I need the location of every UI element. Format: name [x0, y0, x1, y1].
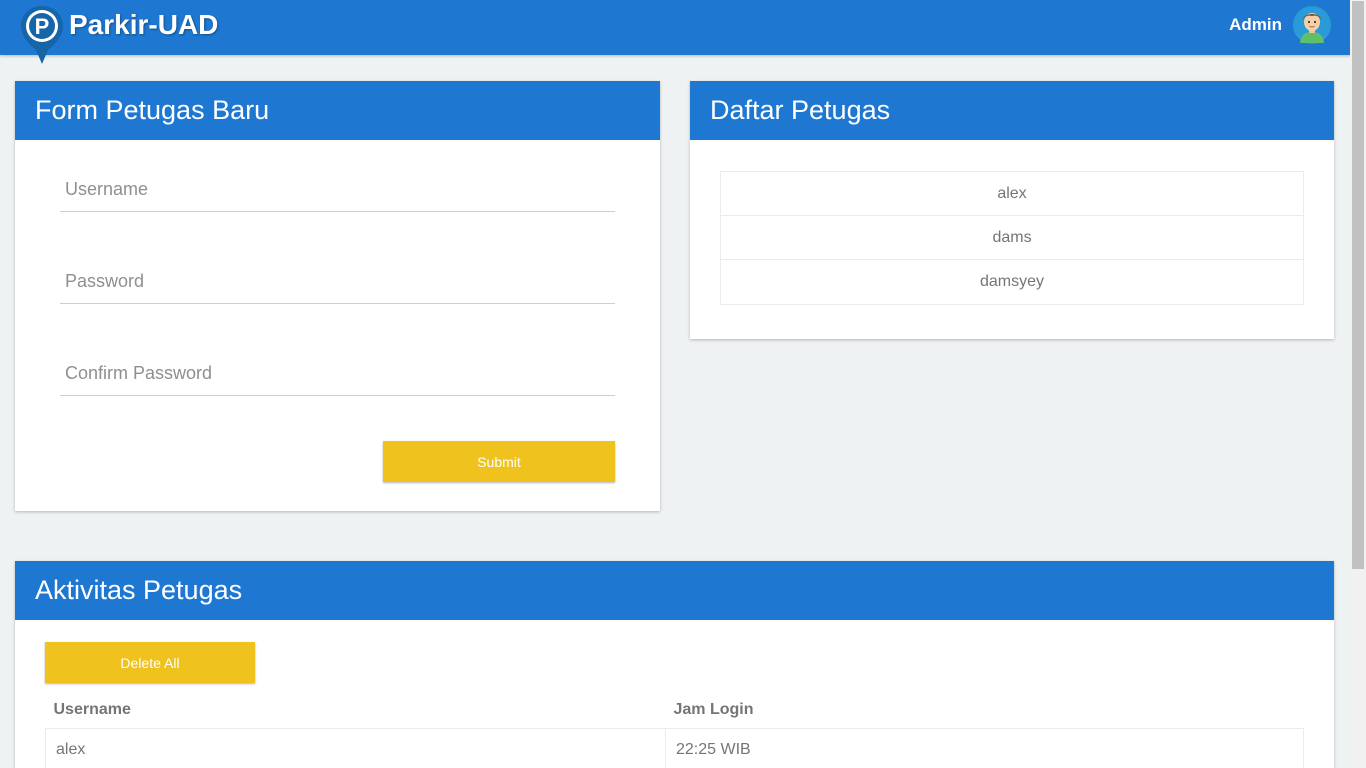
confirm-password-field[interactable]: [60, 352, 615, 396]
officer-list-card: Daftar Petugas alex dams damsyey: [690, 81, 1334, 339]
list-title: Daftar Petugas: [710, 95, 891, 125]
cell-login-time: 22:25 WIB: [665, 727, 1304, 768]
password-field[interactable]: [60, 260, 615, 304]
list-item[interactable]: damsyey: [721, 260, 1303, 304]
activity-title: Aktivitas Petugas: [35, 575, 243, 605]
top-navbar: P Parkir-UAD Admin: [0, 0, 1350, 64]
user-label[interactable]: Admin: [1229, 15, 1282, 35]
password-input[interactable]: [60, 260, 615, 303]
cell-username: alex: [45, 727, 666, 768]
delete-all-button[interactable]: Delete All: [45, 642, 255, 683]
table-header-row: Username Jam Login: [46, 693, 1304, 728]
column-header-username[interactable]: Username: [46, 693, 666, 728]
user-avatar-icon[interactable]: [1292, 5, 1332, 45]
table-row: alex 22:25 WIB: [45, 727, 1304, 768]
user-menu[interactable]: Admin: [1229, 5, 1332, 45]
username-field[interactable]: [60, 168, 615, 212]
activity-table: Username Jam Login alex 22:25 WIB: [45, 693, 1304, 768]
officer-activity-card: Aktivitas Petugas Delete All Username Ja…: [15, 561, 1334, 768]
card-header: Daftar Petugas: [690, 81, 1334, 140]
card-header: Aktivitas Petugas: [15, 561, 1334, 620]
officer-list: alex dams damsyey: [720, 171, 1304, 305]
list-item[interactable]: alex: [721, 172, 1303, 216]
list-item[interactable]: dams: [721, 216, 1303, 260]
new-officer-form-card: Form Petugas Baru Submit: [15, 81, 660, 511]
confirm-password-input[interactable]: [60, 352, 615, 395]
vertical-scrollbar[interactable]: [1350, 0, 1366, 768]
scrollbar-thumb[interactable]: [1352, 1, 1364, 569]
submit-button[interactable]: Submit: [383, 441, 615, 482]
parking-pin-icon: P: [20, 4, 64, 66]
column-header-login-time[interactable]: Jam Login: [666, 693, 1304, 728]
card-header: Form Petugas Baru: [15, 81, 660, 140]
brand-name[interactable]: Parkir-UAD: [69, 9, 218, 41]
username-input[interactable]: [60, 168, 615, 211]
logo-letter: P: [35, 14, 50, 39]
form-title: Form Petugas Baru: [35, 95, 270, 125]
brand[interactable]: P Parkir-UAD: [20, 4, 218, 64]
